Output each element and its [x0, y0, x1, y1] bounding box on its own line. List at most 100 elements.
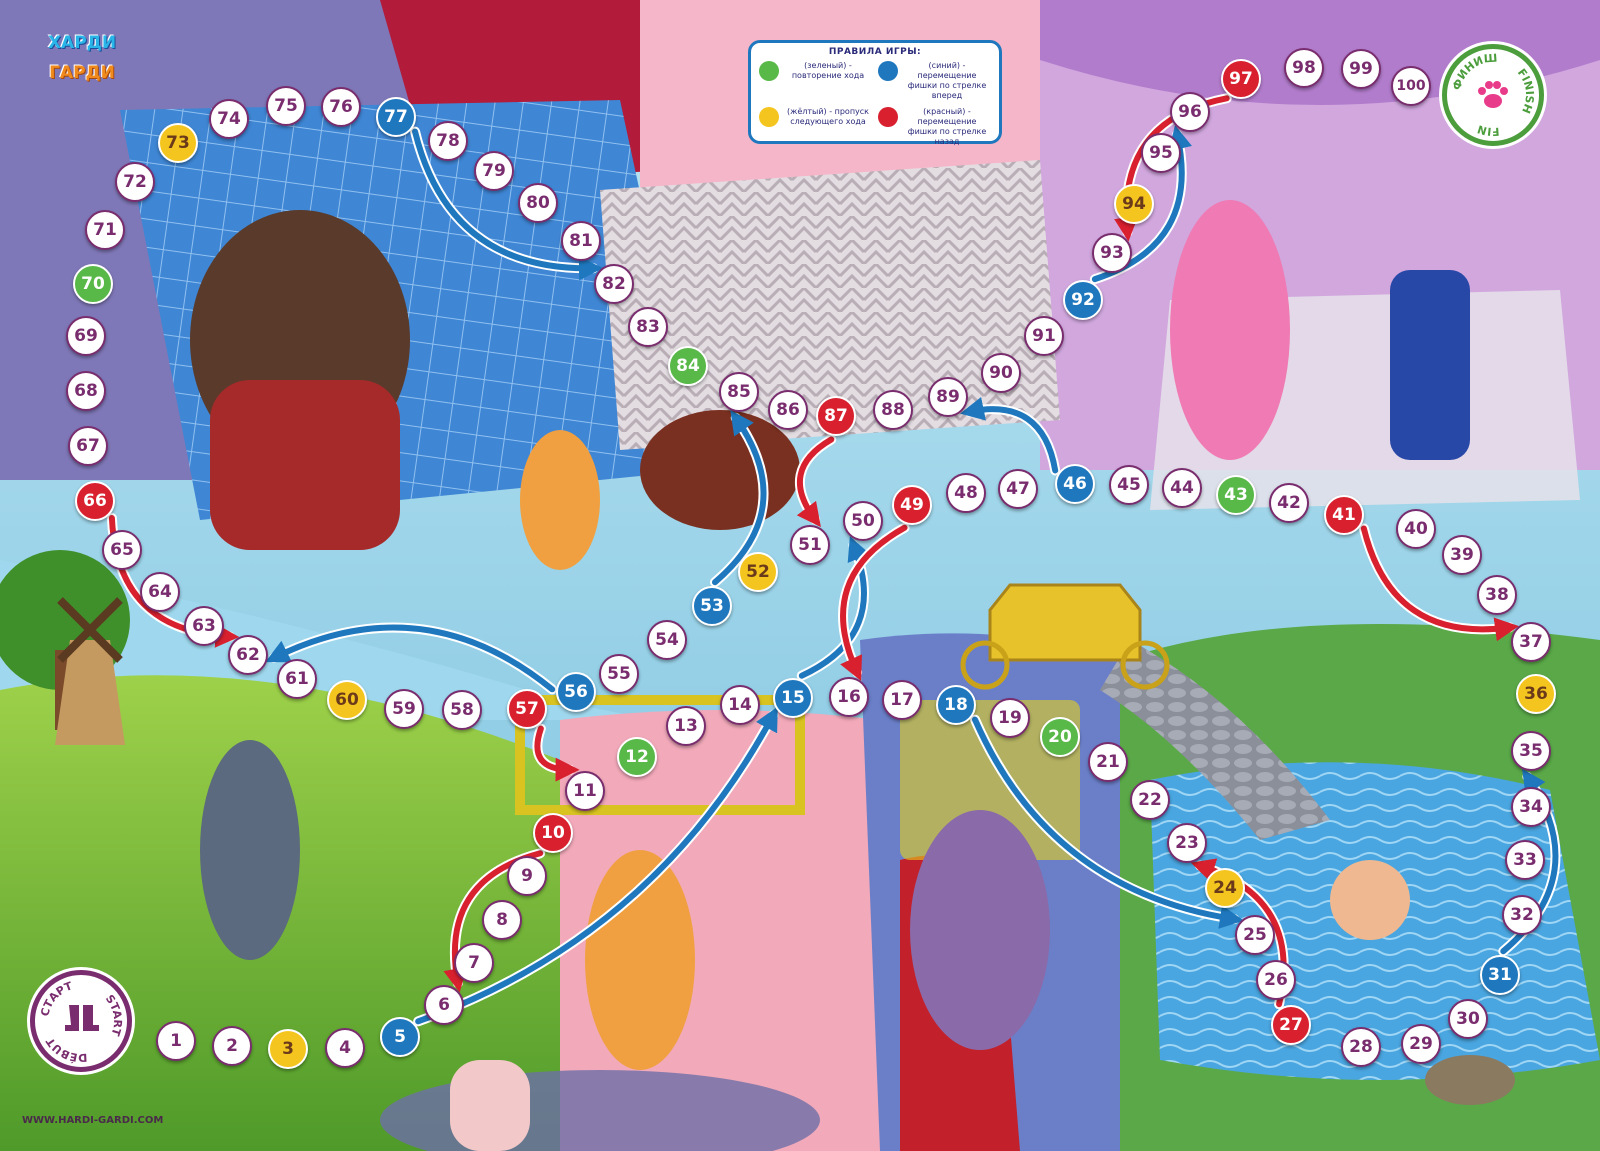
cell-64[interactable]: 64: [140, 572, 180, 612]
cell-71[interactable]: 71: [85, 210, 125, 250]
cell-32[interactable]: 32: [1502, 895, 1542, 935]
cell-17[interactable]: 17: [882, 680, 922, 720]
cell-42[interactable]: 42: [1269, 483, 1309, 523]
cell-87[interactable]: 87: [816, 396, 856, 436]
cell-7[interactable]: 7: [454, 943, 494, 983]
cell-10[interactable]: 10: [533, 813, 573, 853]
cell-90[interactable]: 90: [981, 353, 1021, 393]
cell-100[interactable]: 100: [1391, 66, 1431, 106]
cell-20[interactable]: 20: [1040, 717, 1080, 757]
cell-38[interactable]: 38: [1477, 575, 1517, 615]
cell-8[interactable]: 8: [482, 900, 522, 940]
cell-80[interactable]: 80: [518, 183, 558, 223]
cell-25[interactable]: 25: [1235, 915, 1275, 955]
cell-44[interactable]: 44: [1162, 468, 1202, 508]
cell-88[interactable]: 88: [873, 390, 913, 430]
cell-84[interactable]: 84: [668, 346, 708, 386]
start-badge[interactable]: СТАРТ START DÉBUT: [30, 970, 132, 1072]
cell-9[interactable]: 9: [507, 856, 547, 896]
cell-54[interactable]: 54: [647, 620, 687, 660]
cell-46[interactable]: 46: [1055, 464, 1095, 504]
cell-85[interactable]: 85: [719, 372, 759, 412]
cell-72[interactable]: 72: [115, 162, 155, 202]
cell-56[interactable]: 56: [556, 672, 596, 712]
cell-61[interactable]: 61: [277, 659, 317, 699]
cell-27[interactable]: 27: [1271, 1005, 1311, 1045]
cell-19[interactable]: 19: [990, 698, 1030, 738]
cell-1[interactable]: 1: [156, 1021, 196, 1061]
cell-21[interactable]: 21: [1088, 742, 1128, 782]
cell-81[interactable]: 81: [561, 221, 601, 261]
cell-55[interactable]: 55: [599, 654, 639, 694]
cell-13[interactable]: 13: [666, 706, 706, 746]
cell-99[interactable]: 99: [1341, 49, 1381, 89]
cell-93[interactable]: 93: [1092, 233, 1132, 273]
cell-49[interactable]: 49: [892, 485, 932, 525]
cell-67[interactable]: 67: [68, 426, 108, 466]
cell-63[interactable]: 63: [184, 606, 224, 646]
cell-37[interactable]: 37: [1511, 622, 1551, 662]
cell-73[interactable]: 73: [158, 123, 198, 163]
cell-43[interactable]: 43: [1216, 475, 1256, 515]
cell-24[interactable]: 24: [1205, 868, 1245, 908]
cell-5[interactable]: 5: [380, 1017, 420, 1057]
cell-92[interactable]: 92: [1063, 280, 1103, 320]
finish-badge[interactable]: ФИНИШ FINISH FIN: [1442, 44, 1544, 146]
cell-34[interactable]: 34: [1511, 787, 1551, 827]
cell-3[interactable]: 3: [268, 1029, 308, 1069]
cell-31[interactable]: 31: [1480, 955, 1520, 995]
cell-48[interactable]: 48: [946, 473, 986, 513]
cell-98[interactable]: 98: [1284, 48, 1324, 88]
cell-52[interactable]: 52: [738, 552, 778, 592]
cell-83[interactable]: 83: [628, 307, 668, 347]
cell-76[interactable]: 76: [321, 87, 361, 127]
cell-89[interactable]: 89: [928, 377, 968, 417]
cell-70[interactable]: 70: [73, 264, 113, 304]
cell-33[interactable]: 33: [1505, 840, 1545, 880]
cell-28[interactable]: 28: [1341, 1027, 1381, 1067]
cell-39[interactable]: 39: [1442, 535, 1482, 575]
cell-26[interactable]: 26: [1256, 960, 1296, 1000]
cell-30[interactable]: 30: [1448, 999, 1488, 1039]
cell-68[interactable]: 68: [66, 371, 106, 411]
cell-59[interactable]: 59: [384, 689, 424, 729]
cell-66[interactable]: 66: [75, 481, 115, 521]
cell-96[interactable]: 96: [1170, 92, 1210, 132]
cell-18[interactable]: 18: [936, 685, 976, 725]
cell-41[interactable]: 41: [1324, 495, 1364, 535]
cell-45[interactable]: 45: [1109, 465, 1149, 505]
cell-47[interactable]: 47: [998, 469, 1038, 509]
cell-23[interactable]: 23: [1167, 823, 1207, 863]
cell-75[interactable]: 75: [266, 86, 306, 126]
cell-95[interactable]: 95: [1141, 133, 1181, 173]
cell-11[interactable]: 11: [565, 771, 605, 811]
cell-2[interactable]: 2: [212, 1026, 252, 1066]
cell-65[interactable]: 65: [102, 530, 142, 570]
cell-4[interactable]: 4: [325, 1028, 365, 1068]
cell-53[interactable]: 53: [692, 586, 732, 626]
cell-91[interactable]: 91: [1024, 316, 1064, 356]
cell-77[interactable]: 77: [376, 97, 416, 137]
cell-74[interactable]: 74: [209, 99, 249, 139]
cell-16[interactable]: 16: [829, 677, 869, 717]
cell-94[interactable]: 94: [1114, 184, 1154, 224]
cell-58[interactable]: 58: [442, 690, 482, 730]
cell-12[interactable]: 12: [617, 737, 657, 777]
cell-40[interactable]: 40: [1396, 509, 1436, 549]
cell-82[interactable]: 82: [594, 264, 634, 304]
cell-78[interactable]: 78: [428, 121, 468, 161]
cell-86[interactable]: 86: [768, 390, 808, 430]
cell-15[interactable]: 15: [773, 678, 813, 718]
cell-35[interactable]: 35: [1511, 731, 1551, 771]
cell-57[interactable]: 57: [507, 689, 547, 729]
cell-36[interactable]: 36: [1516, 674, 1556, 714]
cell-62[interactable]: 62: [228, 635, 268, 675]
cell-6[interactable]: 6: [424, 985, 464, 1025]
cell-69[interactable]: 69: [66, 316, 106, 356]
cell-22[interactable]: 22: [1130, 780, 1170, 820]
cell-50[interactable]: 50: [843, 501, 883, 541]
cell-51[interactable]: 51: [790, 525, 830, 565]
cell-97[interactable]: 97: [1221, 59, 1261, 99]
cell-29[interactable]: 29: [1401, 1024, 1441, 1064]
cell-79[interactable]: 79: [474, 151, 514, 191]
